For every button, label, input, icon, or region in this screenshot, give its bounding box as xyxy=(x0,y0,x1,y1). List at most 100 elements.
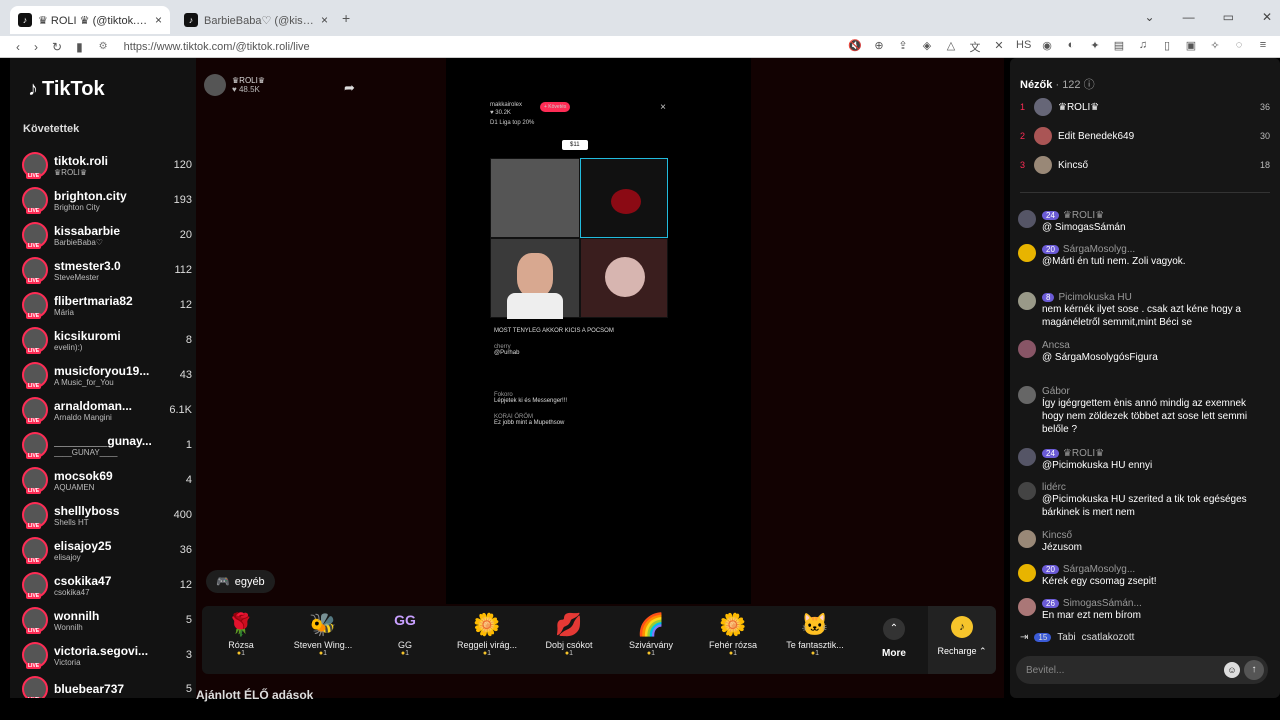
send-icon[interactable]: ↑ xyxy=(1244,660,1264,680)
sidebar-account[interactable]: LIVE musicforyou19... A Music_for_You 43 xyxy=(22,358,192,392)
menu-icon[interactable]: ≡ xyxy=(1256,39,1270,55)
chat-message[interactable]: 26 SimogasSámán... En mar ezt nem bírom xyxy=(1018,598,1270,622)
chat-text: @Picimokuska HU szerited a tik tok egésé… xyxy=(1042,494,1247,518)
gift-item[interactable]: 🌼 Reggeli virág... ●1 xyxy=(452,612,522,657)
sidebar-account[interactable]: LIVE kissabarbie BarbieBaba♡ 20 xyxy=(22,218,192,252)
video-chat-line: KORAI ÖRÖM Ez jobb mint a Mupethsow xyxy=(494,414,670,426)
share-icon[interactable]: ➦ xyxy=(344,80,355,96)
avatar: LIVE xyxy=(22,537,48,564)
restore-icon[interactable]: ▭ xyxy=(1223,10,1234,24)
extension-icon[interactable]: ✕ xyxy=(992,39,1006,55)
sidebar-account[interactable]: LIVE mocsok69 AQUAMEN 4 xyxy=(22,463,192,497)
close-tab-icon[interactable]: × xyxy=(155,13,162,27)
tiktok-logo[interactable]: ♪ TikTok xyxy=(28,78,105,101)
rank: 2 xyxy=(1020,131,1026,141)
gift-item[interactable]: 🌹 Rózsa ●1 xyxy=(206,612,276,657)
account-nickname: Arnaldo Mangini xyxy=(54,412,112,422)
chat-message[interactable]: Gábor Így igégrgettem ènis annó mindig az… xyxy=(1018,386,1270,436)
sidebar-account[interactable]: LIVE wonnilh Wonnilh 5 xyxy=(22,603,192,637)
account-name: arnaldoman... xyxy=(54,398,133,413)
wallet-icon[interactable]: ▣ xyxy=(1184,39,1198,55)
url-field[interactable]: https://www.tiktok.com/@tiktok.roli/live xyxy=(124,41,848,53)
gift-item[interactable]: 🌼 Fehér rózsa ●1 xyxy=(698,612,768,657)
sidebar-account[interactable]: LIVE arnaldoman... Arnaldo Mangini 6.1K xyxy=(22,393,192,427)
music-icon[interactable]: ♫ xyxy=(1136,39,1150,55)
gift-item[interactable]: 🐝 Steven Wing... ●1 xyxy=(288,612,358,657)
rewards-icon[interactable]: △ xyxy=(944,39,958,55)
help-icon[interactable]: ⓘ xyxy=(1084,79,1095,91)
sidebar-account[interactable]: LIVE shelllyboss Shells HT 400 xyxy=(22,498,192,532)
top-viewer-row[interactable]: 3 Kincső 18 xyxy=(1020,152,1270,178)
bookmark-icon[interactable]: ▮ xyxy=(76,40,83,54)
share-icon[interactable]: ⇪ xyxy=(896,39,910,55)
category-button[interactable]: 🎮 egyéb xyxy=(206,570,275,593)
chat-message[interactable]: 8 Picimokuska HU nem kérnék ilyet sose . c… xyxy=(1018,292,1270,329)
top-viewer-row[interactable]: 2 Edit Benedek649 30 xyxy=(1020,123,1270,149)
reading-list-icon[interactable]: ▯ xyxy=(1160,39,1174,55)
gift-item[interactable]: 💋 Dobj csókot ●1 xyxy=(534,612,604,657)
chat-message[interactable]: 24 ♛ROLI♛ @ SimogasSámán xyxy=(1018,210,1270,234)
back-icon[interactable]: ‹ xyxy=(16,40,20,54)
gift-item[interactable]: 🐱 Te fantasztik... ●1 xyxy=(780,612,850,657)
chat-username: SárgaMosolyg... xyxy=(1062,564,1136,575)
video-player[interactable]: makkairolex + Követés × ♥ 30.2K D1 Liga … xyxy=(446,58,751,604)
extension-icon[interactable]: HS xyxy=(1016,39,1031,55)
site-info-icon[interactable]: ⚙ xyxy=(99,41,108,52)
reload-icon[interactable]: ↻ xyxy=(52,40,62,54)
top-viewer-row[interactable]: 1 ♛ROLI♛ 36 xyxy=(1020,94,1270,120)
more-gifts-button[interactable]: ⌃ More xyxy=(874,618,914,659)
gift-item[interactable]: 🌈 Szivárvány ●1 xyxy=(616,612,686,657)
sidebar-icon[interactable]: ▤ xyxy=(1112,39,1126,55)
chat-message[interactable]: Kincső Jézusom xyxy=(1018,530,1270,554)
zoom-icon[interactable]: ⊕ xyxy=(872,39,886,55)
sidebar-account[interactable]: LIVE elisajoy25 elisajoy 36 xyxy=(22,533,192,567)
chat-message[interactable]: 20 SárgaMosolyg... @Márti én tuti nem. Zol… xyxy=(1018,244,1270,268)
brave-shield-icon[interactable]: ◈ xyxy=(920,39,934,55)
sidebar-account[interactable]: LIVE bluebear737 5 xyxy=(22,672,192,698)
sidebar-account[interactable]: LIVE kicsikuromi evelin):) 8 xyxy=(22,323,192,357)
account-nickname: Mária xyxy=(54,307,75,317)
tab-kissabarbie[interactable]: ♪ BarbieBaba♡ (@kissabarbie) ÉLŐ × xyxy=(176,6,336,34)
emoji-icon[interactable]: ☺ xyxy=(1224,662,1240,678)
chat-input[interactable]: Bevitel... ☺ ↑ xyxy=(1016,656,1268,684)
new-tab-button[interactable]: + xyxy=(342,10,350,26)
sidebar-account[interactable]: LIVE ________gunay... ____GUNAY____ 1 xyxy=(22,428,192,462)
mute-icon[interactable]: 🔇 xyxy=(848,39,862,55)
close-window-icon[interactable]: ✕ xyxy=(1262,10,1272,24)
chat-message[interactable]: Ancsa @ SárgaMosolygósFigura xyxy=(1018,340,1270,364)
sidebar-account[interactable]: LIVE brighton.city Brighton City 193 xyxy=(22,183,192,217)
level-badge: 26 xyxy=(1042,599,1059,608)
video-chat-line: MOST TENYLEG AKKOR KICIS A POCSOM xyxy=(494,328,670,334)
leo-icon[interactable]: ✧ xyxy=(1208,39,1222,55)
close-tab-icon[interactable]: × xyxy=(321,13,328,27)
viewer-count: 8 xyxy=(185,334,192,346)
extension-icon[interactable]: ◉ xyxy=(1040,39,1054,55)
host-info[interactable]: ♛ROLI♛ ♥ 48.5K xyxy=(204,74,265,96)
chevron-down-icon[interactable]: ⌄ xyxy=(1145,10,1155,24)
sidebar-account[interactable]: LIVE stmester3.0 SteveMester 112 xyxy=(22,253,192,287)
tab-tiktok-roli[interactable]: ♪ ♛ ROLI ♛ (@tiktok.roli) × xyxy=(10,6,170,34)
viewer-count: 20 xyxy=(179,229,192,241)
minimize-icon[interactable]: — xyxy=(1183,10,1195,24)
account-name: elisajoy25 xyxy=(54,538,112,553)
translate-icon[interactable]: 文 xyxy=(968,39,982,55)
gift-cost-value: 1 xyxy=(733,650,738,657)
host-avatar[interactable] xyxy=(204,74,226,96)
sidebar-account[interactable]: LIVE victoria.segovi... Victoria 3 xyxy=(22,638,192,672)
gift-cost-value: 1 xyxy=(569,650,574,657)
video-header: makkairolex + Követés × ♥ 30.2K D1 Liga … xyxy=(490,102,670,142)
forward-icon[interactable]: › xyxy=(34,40,38,54)
vpn-icon[interactable]: ◌ xyxy=(1232,39,1246,55)
gift-item[interactable]: GG GG ●1 xyxy=(370,612,440,657)
viewers-heading[interactable]: Nézők · 122 ⓘ xyxy=(1020,76,1095,92)
extension-icon[interactable]: ◐ xyxy=(1064,39,1078,55)
sidebar-account[interactable]: LIVE flibertmaria82 Mária 12 xyxy=(22,288,192,322)
chat-message[interactable]: lidérc @Picimokuska HU szerited a tik tok… xyxy=(1018,482,1270,519)
recharge-button[interactable]: ♪ Recharge ⌃ xyxy=(928,606,996,674)
viewer-points: 30 xyxy=(1259,131,1270,141)
puzzle-icon[interactable]: ✦ xyxy=(1088,39,1102,55)
sidebar-account[interactable]: LIVE csokika47 csokika47 12 xyxy=(22,568,192,602)
chat-message[interactable]: 20 SárgaMosolyg... Kérek egy csomag zsepit… xyxy=(1018,564,1270,588)
chat-message[interactable]: 24 ♛ROLI♛ @Picimokuska HU ennyi xyxy=(1018,448,1270,472)
sidebar-account[interactable]: LIVE tiktok.roli ♛ROLI♛ 120 xyxy=(22,148,192,182)
